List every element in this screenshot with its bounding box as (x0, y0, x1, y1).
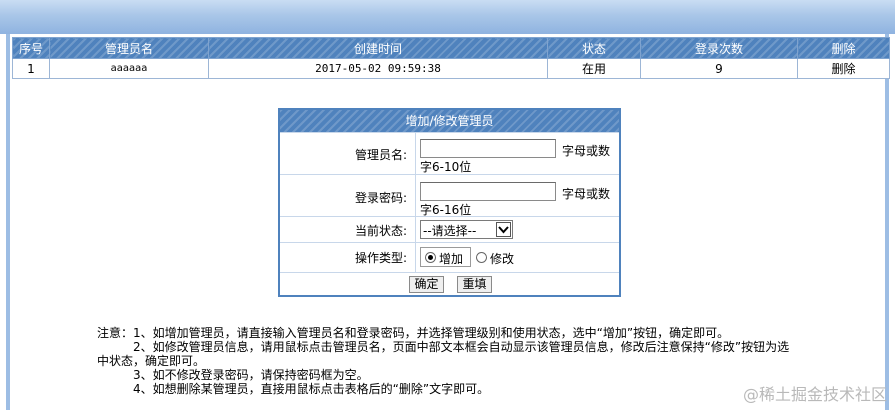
password-hint: 字母或数 (562, 187, 611, 201)
header-username: 管理员名 (49, 37, 209, 59)
table-row: 1 aaaaaa 2017-05-02 09:59:38 在用 9 删除 (12, 58, 890, 79)
cell-created: 2017-05-02 09:59:38 (208, 58, 548, 79)
admin-table: 序号 管理员名 创建时间 状态 登录次数 删除 1 aaaaaa 2017-05… (12, 37, 890, 79)
username-label: 管理员名: (354, 148, 407, 162)
radio-edit-label: 修改 (490, 252, 515, 266)
reset-button[interactable]: 重填 (457, 276, 492, 293)
cell-status: 在用 (547, 58, 641, 79)
username-hint-cont: 字6-10位 (420, 160, 472, 174)
note-line-4: 3、如不修改登录密码，请保持密码框为空。 (133, 368, 369, 382)
status-row: 当前状态: --请选择-- (280, 216, 619, 243)
delete-link[interactable]: 删除 (797, 58, 890, 79)
row-divider (415, 217, 416, 243)
header-status: 状态 (547, 37, 641, 59)
note-line-2: 2、如修改管理员信息，请用鼠标点击管理员名，页面中部文本框会自动显示该管理员信息… (133, 340, 790, 354)
chevron-down-icon (496, 222, 511, 237)
password-label: 登录密码: (354, 191, 407, 205)
status-select-value: --请选择-- (423, 224, 477, 238)
note-line-3: 中状态，确定即可。 (97, 354, 206, 368)
row-divider (415, 133, 416, 175)
watermark: @稀土掘金技术社区 (742, 385, 887, 404)
button-row: 确定 重填 (280, 272, 619, 296)
radio-add-label: 增加 (439, 252, 464, 266)
username-hint: 字母或数 (562, 144, 611, 158)
top-banner (0, 0, 895, 34)
header-delete: 删除 (797, 37, 890, 59)
header-created: 创建时间 (208, 37, 548, 59)
ok-button[interactable]: 确定 (409, 276, 444, 293)
header-index: 序号 (12, 37, 50, 59)
note-line-5: 4、如想删除某管理员，直接用鼠标点击表格后的“删除”文字即可。 (133, 382, 490, 396)
header-logins: 登录次数 (640, 37, 798, 59)
password-row: 登录密码: 字母或数 字6-16位 (280, 174, 619, 217)
password-input[interactable] (420, 182, 556, 201)
radio-add[interactable] (425, 252, 436, 263)
status-select[interactable]: --请选择-- (420, 220, 513, 239)
admin-form: 增加/修改管理员 管理员名: 字母或数 字6-10位 登录密码: 字母或数 字6… (278, 108, 621, 297)
cell-username-link[interactable]: aaaaaa (49, 58, 209, 79)
status-label: 当前状态: (354, 224, 407, 238)
note-line-1: 注意：1、如增加管理员，请直接输入管理员名和登录密码，并选择管理级别和使用状态，… (97, 326, 730, 340)
optype-label: 操作类型: (354, 251, 407, 265)
radio-edit[interactable] (476, 252, 487, 263)
row-divider (415, 243, 416, 273)
cell-logins: 9 (640, 58, 798, 79)
optype-row: 操作类型: 增加 修改 (280, 242, 619, 273)
form-title: 增加/修改管理员 (280, 110, 619, 132)
table-header-row: 序号 管理员名 创建时间 状态 登录次数 删除 (12, 37, 890, 59)
row-divider (415, 175, 416, 217)
username-input[interactable] (420, 139, 556, 158)
username-row: 管理员名: 字母或数 字6-10位 (280, 132, 619, 175)
cell-index: 1 (12, 58, 50, 79)
